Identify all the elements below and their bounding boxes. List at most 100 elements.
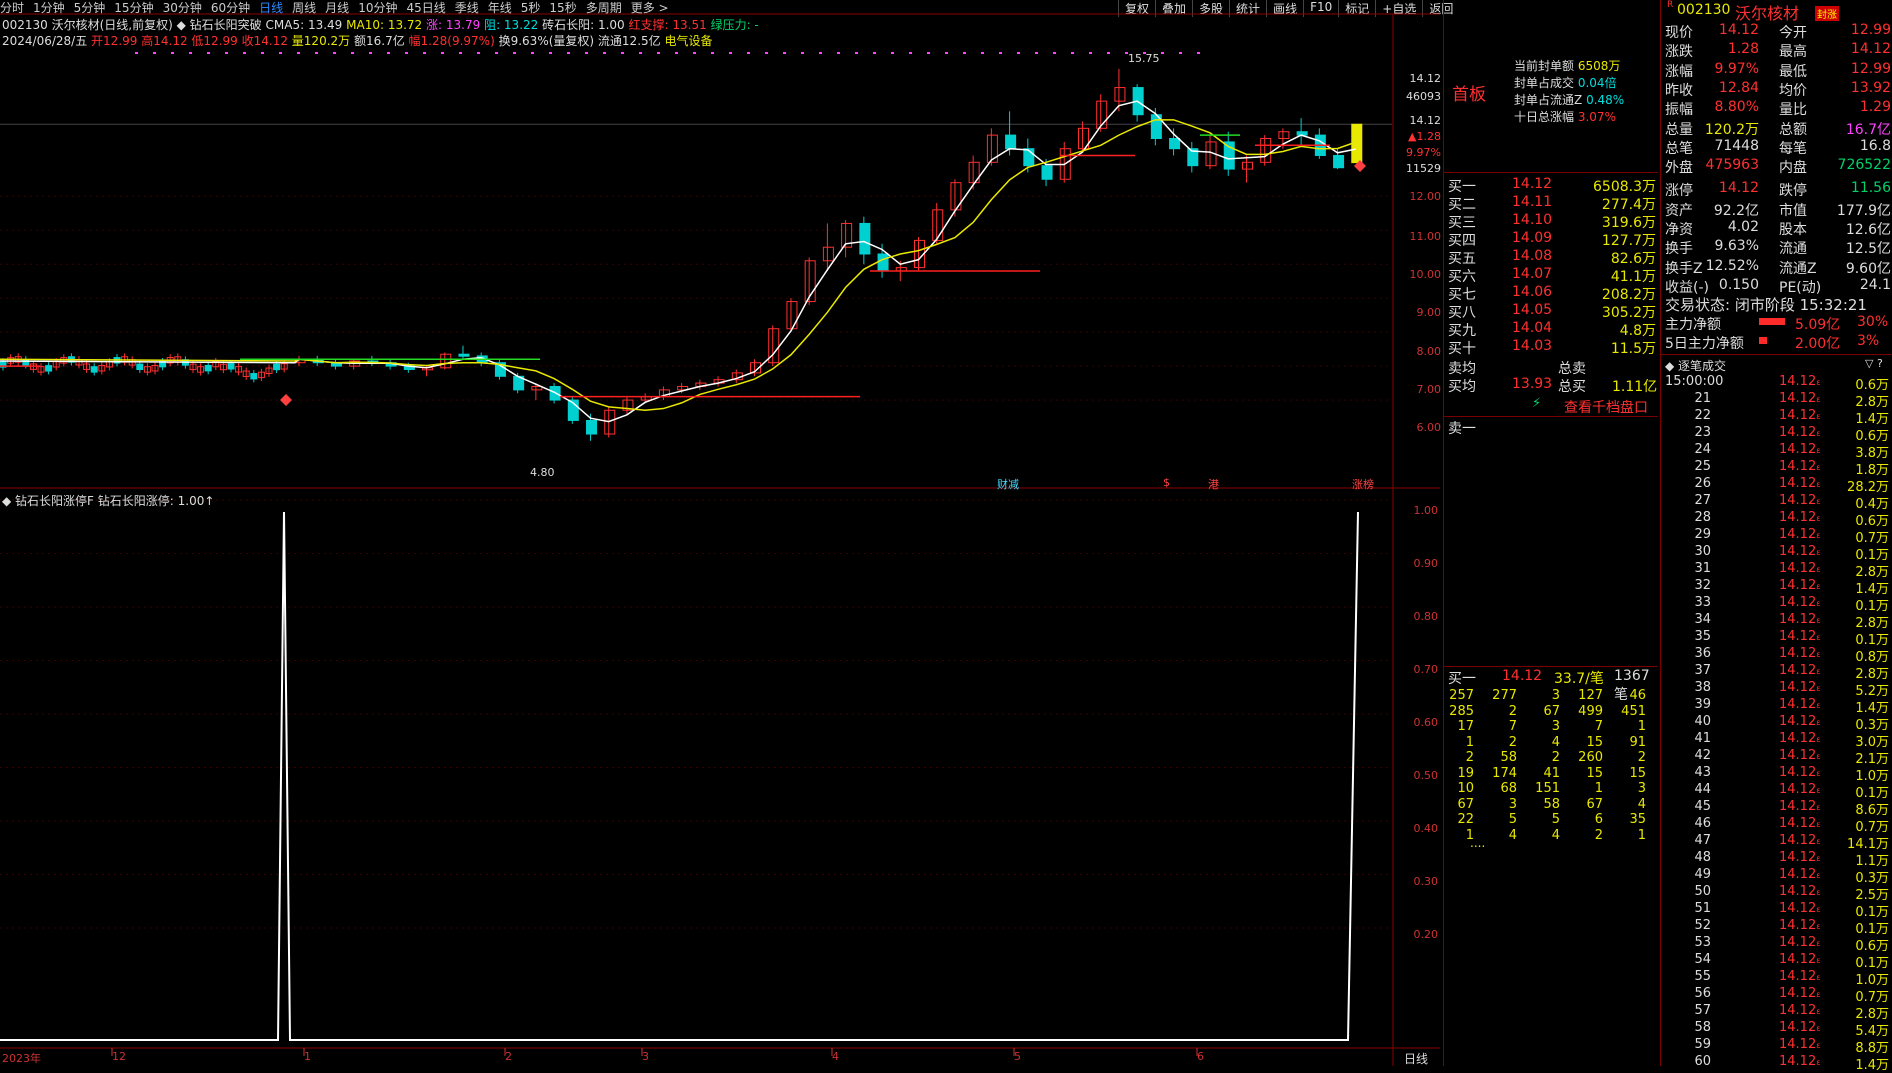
quote-value: 12.5亿: [1845, 241, 1891, 258]
quote-row: 资产 92.2亿 市值 177.9亿: [1661, 200, 1891, 219]
queue-cell: 4: [1637, 796, 1646, 812]
trade-row: 50 14.12ε 2.5万: [1661, 884, 1891, 903]
lower-indicator-header: ◆ 钻石长阳涨停F 钻石长阳涨停: 1.00↑: [2, 492, 214, 509]
buy-level-7[interactable]: 买七 14.06 208.2万: [1444, 284, 1658, 303]
event-zt[interactable]: 涨榜: [1352, 476, 1374, 492]
queue-cell: 2: [1637, 750, 1646, 765]
trade-time: 22: [1694, 408, 1711, 423]
ten-day-label: 十日总涨幅: [1514, 110, 1575, 124]
signal-dot: [765, 52, 768, 54]
quote-value: 12.84: [1718, 79, 1759, 96]
average-sell-row: 卖均 总卖: [1448, 358, 1658, 378]
quote-value: 0.150: [1718, 276, 1759, 293]
buy-level-label: 买二: [1448, 197, 1476, 213]
quote-label: 资产: [1665, 202, 1693, 219]
buy-level-5[interactable]: 买五 14.08 82.6万: [1444, 248, 1658, 267]
quote-value: 14.12: [1718, 22, 1759, 38]
trade-row: 27 14.12ε 0.4万: [1661, 493, 1891, 512]
time-label: 6: [1197, 1050, 1204, 1063]
candle-body: [1223, 141, 1235, 170]
quote-label: 外盘: [1665, 160, 1693, 177]
quote-value: 16.8: [1859, 137, 1891, 154]
trade-row: 26 14.12ε 28.2万: [1661, 476, 1891, 495]
buy-level-3[interactable]: 买三 14.10 319.6万: [1444, 212, 1658, 231]
queue-more[interactable]: ....: [1470, 836, 1485, 850]
trade-price: 14.12ε: [1779, 884, 1821, 899]
trade-price: 14.12ε: [1779, 731, 1821, 746]
kline-chart[interactable]: [0, 0, 1440, 1066]
quote-value: 24.1: [1859, 276, 1891, 293]
queue-price: 14.12: [1502, 668, 1543, 684]
buy-level-price: 14.11: [1512, 194, 1553, 210]
trade-time: 28: [1694, 510, 1711, 525]
queue-cell: 1: [1465, 734, 1474, 750]
quote-label: 换手Z: [1665, 260, 1703, 277]
buy-level-1[interactable]: 买一 14.12 6508.3万: [1444, 176, 1658, 195]
event-s[interactable]: $: [1163, 476, 1170, 489]
trade-row: 43 14.12ε 1.0万: [1661, 765, 1891, 784]
trade-time: 33: [1694, 595, 1711, 610]
trade-price: 14.12ε: [1779, 748, 1821, 763]
trade-row: 57 14.12ε 2.8万: [1661, 1003, 1891, 1022]
time-label: 12: [112, 1050, 126, 1063]
signal-dot: [1107, 52, 1110, 54]
buy-level-9[interactable]: 买九 14.04 4.8万: [1444, 320, 1658, 339]
depth-link[interactable]: 查看千档盘口: [1564, 397, 1648, 417]
lower-indicator-name[interactable]: ◆ 钻石长阳涨停F: [2, 494, 94, 508]
quote-value: 8.80%: [1714, 99, 1759, 116]
quote-row: 外盘 475963 内盘 726522: [1661, 157, 1891, 176]
quote-row: 涨幅 9.97% 最低 12.99: [1661, 61, 1891, 80]
trade-row: 49 14.12ε 0.3万: [1661, 867, 1891, 886]
trade-row: 21 14.12ε 2.8万: [1661, 391, 1891, 410]
candle-body: [1333, 154, 1345, 169]
order-book-panel: 首板 当前封单额 6508万 封单占成交 0.04倍 封单占流通Z 0.48% …: [1443, 0, 1659, 1066]
signal-dot: [297, 52, 300, 54]
queue-cell: 58: [1500, 750, 1517, 765]
event-gang[interactable]: 港: [1208, 476, 1219, 492]
trade-time: 49: [1694, 867, 1711, 882]
trade-price: 14.12ε: [1779, 816, 1821, 831]
quote-row: 换手 9.63% 流通 12.5亿: [1661, 238, 1891, 257]
queue-cell: 67: [1457, 796, 1474, 812]
candle-body: [1041, 165, 1053, 180]
buy-level-10[interactable]: 买十 14.03 11.5万: [1444, 338, 1658, 357]
event-cai[interactable]: 财减: [997, 476, 1019, 492]
candle-body: [586, 419, 598, 435]
signal-dot: [729, 52, 732, 54]
trade-price: 14.12ε: [1779, 544, 1821, 559]
filter-icon[interactable]: ▽ ?: [1865, 357, 1883, 370]
signal-dot: [1089, 52, 1092, 54]
trade-row: 32 14.12ε 1.4万: [1661, 578, 1891, 597]
buy-level-6[interactable]: 买六 14.07 41.1万: [1444, 266, 1658, 285]
buy-level-4[interactable]: 买四 14.09 127.7万: [1444, 230, 1658, 249]
signal-dot: [1197, 52, 1200, 54]
board-label: 首板: [1452, 85, 1486, 105]
period-mode[interactable]: 日线: [1404, 1050, 1428, 1067]
queue-cell: 58: [1543, 796, 1560, 812]
candle-body: [1114, 87, 1126, 102]
trade-row: 58 14.12ε 5.4万: [1661, 1020, 1891, 1039]
trade-row: 51 14.12ε 0.1万: [1661, 901, 1891, 920]
buy-level-8[interactable]: 买八 14.05 305.2万: [1444, 302, 1658, 321]
main-net-label: 主力净额: [1665, 317, 1721, 333]
quote-value: 11.56: [1850, 180, 1891, 197]
queue-cell: 7: [1508, 719, 1517, 734]
main-net5-label: 5日主力净额: [1665, 336, 1744, 352]
buy-level-2[interactable]: 买二 14.11 277.4万: [1444, 194, 1658, 213]
trades-icon: ◆: [1665, 359, 1679, 373]
trade-time: 51: [1694, 901, 1711, 916]
buy-level-label: 买一: [1448, 179, 1476, 195]
trades-title-text[interactable]: 逐笔成交: [1678, 359, 1726, 373]
candle-body: [1241, 161, 1253, 170]
trade-price: 14.12ε: [1779, 476, 1821, 491]
signal-dot: [225, 52, 228, 54]
price-axis-vol2: 11529: [1406, 162, 1441, 175]
signal-dot: [531, 52, 534, 54]
quote-label: 现价: [1665, 25, 1693, 41]
trade-row: 44 14.12ε 0.1万: [1661, 782, 1891, 801]
trade-status: 交易状态: 闭市阶段 15:32:21: [1665, 296, 1867, 314]
signal-dot: [387, 52, 390, 54]
trade-time: 48: [1694, 850, 1711, 865]
trade-time: 25: [1694, 459, 1711, 474]
trade-row: 48 14.12ε 1.1万: [1661, 850, 1891, 869]
